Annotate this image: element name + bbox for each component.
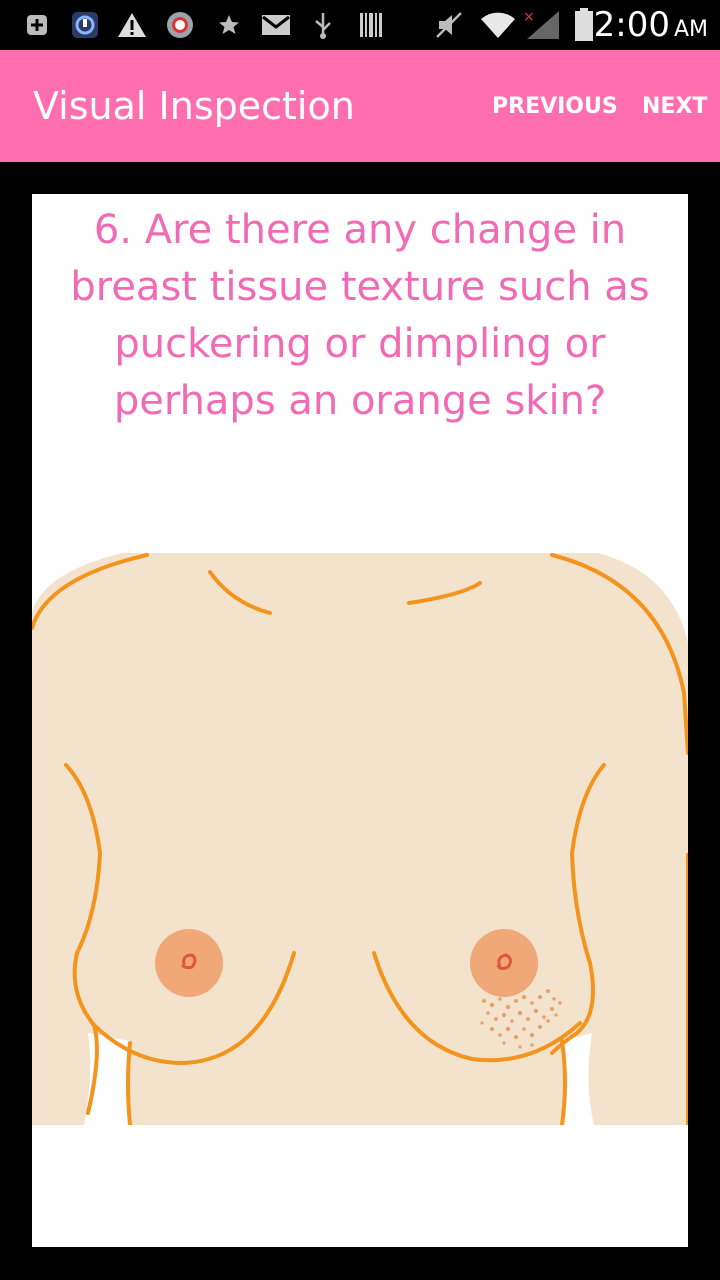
question-text: 6. Are there any change in breast tissue… bbox=[70, 207, 650, 424]
svg-text:×: × bbox=[523, 9, 535, 25]
status-bar: × 2:00 AM bbox=[0, 0, 720, 50]
wifi-icon bbox=[478, 10, 518, 40]
left-areola bbox=[155, 929, 223, 997]
app-title: Visual Inspection bbox=[33, 84, 355, 128]
mute-icon bbox=[434, 10, 464, 40]
left-arm-line bbox=[126, 1041, 132, 1125]
star-icon bbox=[216, 10, 242, 40]
battery-icon bbox=[572, 8, 596, 41]
status-time: 2:00 AM bbox=[593, 5, 708, 45]
barcode-icon bbox=[358, 10, 384, 40]
signal-icon: × bbox=[522, 9, 562, 40]
next-button[interactable]: NEXT bbox=[642, 94, 707, 120]
right-areola bbox=[470, 929, 538, 997]
usb-icon bbox=[310, 10, 336, 40]
gmail-icon bbox=[260, 10, 292, 40]
sync-face-icon bbox=[164, 10, 196, 40]
question-card: 6. Are there any change in breast tissue… bbox=[32, 194, 688, 1247]
previous-button[interactable]: PREVIOUS bbox=[492, 94, 618, 120]
app-badge-icon bbox=[70, 10, 100, 40]
breast-illustration bbox=[32, 553, 688, 1125]
app-bar: Visual Inspection PREVIOUS NEXT bbox=[0, 50, 720, 162]
plus-box-icon bbox=[24, 10, 50, 40]
warning-icon bbox=[116, 10, 148, 40]
